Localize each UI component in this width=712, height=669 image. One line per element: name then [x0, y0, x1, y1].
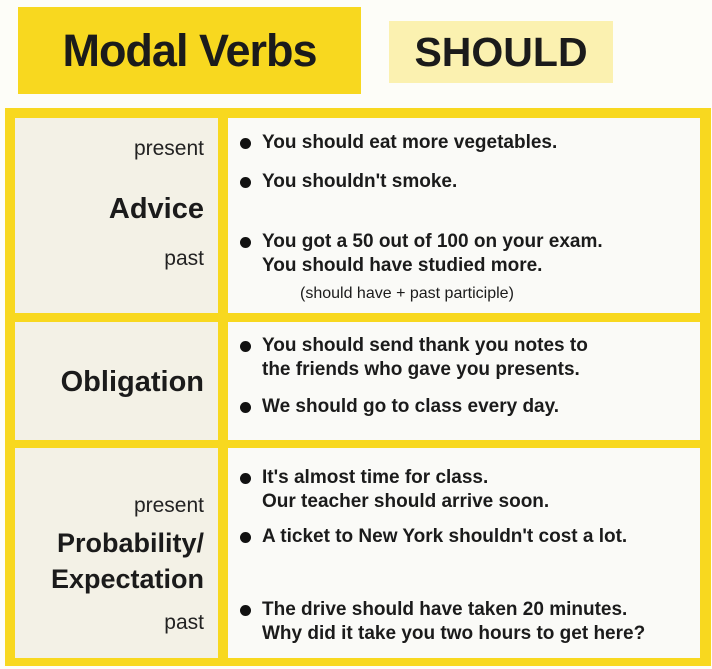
bullet-icon: [240, 532, 251, 543]
advice-label-cell: present Advice past: [15, 118, 218, 313]
example-item: You got a 50 out of 100 on your exam. Yo…: [240, 230, 603, 278]
grammar-note: (should have + past participle): [300, 285, 514, 302]
obligation-examples-cell: You should send thank you notes to the f…: [228, 322, 700, 440]
modal-verb-heading: SHOULD: [389, 21, 613, 83]
present-label: present: [133, 137, 204, 160]
past-label: past: [164, 611, 204, 634]
example-item: You should send thank you notes to the f…: [240, 334, 588, 382]
present-label: present: [133, 494, 204, 517]
bullet-icon: [240, 605, 251, 616]
category-obligation: Obligation: [60, 366, 204, 398]
example-item: We should go to class every day.: [240, 395, 559, 419]
bullet-icon: [240, 341, 251, 352]
category-advice: Advice: [108, 193, 204, 225]
advice-examples-cell: You should eat more vegetables. You shou…: [228, 118, 700, 313]
example-item: It's almost time for class. Our teacher …: [240, 466, 549, 514]
bullet-icon: [240, 138, 251, 149]
probability-label-cell: present Probability/ Expectation past: [15, 448, 218, 658]
modal-table: present Advice past You should eat more …: [5, 108, 711, 666]
example-item: The drive should have taken 20 minutes. …: [240, 598, 645, 646]
example-item: You shouldn't smoke.: [240, 170, 457, 194]
bullet-icon: [240, 473, 251, 484]
page-title: Modal Verbs: [18, 7, 361, 94]
bullet-icon: [240, 177, 251, 188]
bullet-icon: [240, 402, 251, 413]
example-item: A ticket to New York shouldn't cost a lo…: [240, 525, 627, 549]
example-item: You should eat more vegetables.: [240, 131, 557, 155]
obligation-label-cell: Obligation: [15, 322, 218, 440]
probability-examples-cell: It's almost time for class. Our teacher …: [228, 448, 700, 658]
past-label: past: [164, 247, 204, 270]
bullet-icon: [240, 237, 251, 248]
category-expectation: Expectation: [50, 564, 204, 594]
category-probability: Probability/: [56, 528, 204, 558]
